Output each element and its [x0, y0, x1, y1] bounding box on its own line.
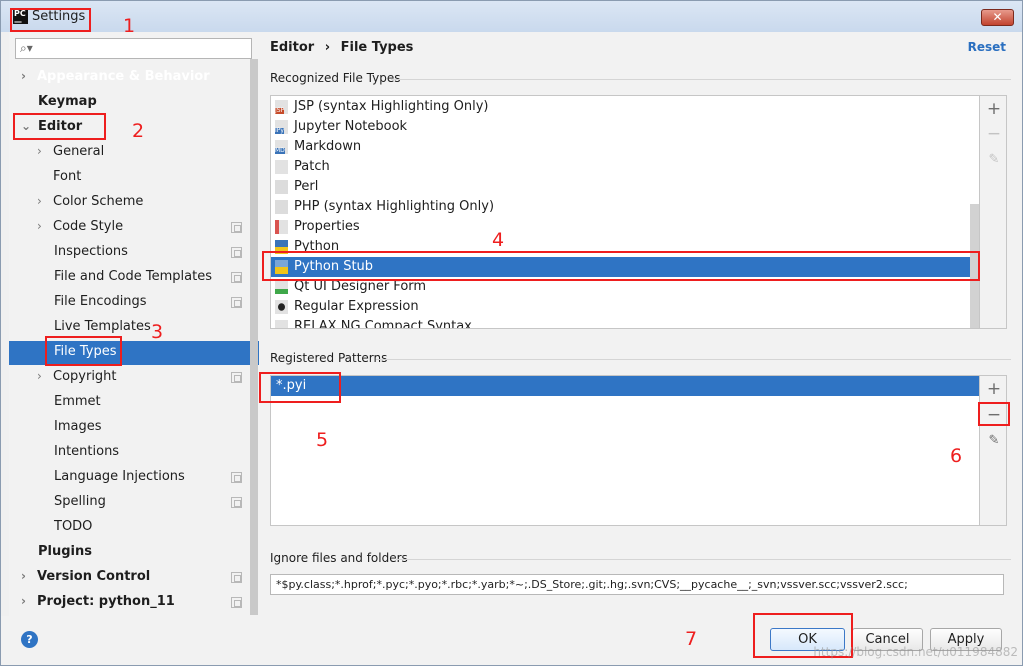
tree-item-font[interactable]: Font	[53, 164, 81, 189]
annotation-number: 7	[685, 628, 698, 650]
project-scope-icon	[231, 247, 242, 258]
tree-item-keymap[interactable]: Keymap	[38, 89, 97, 114]
tree-item-file-encodings[interactable]: File Encodings	[54, 289, 147, 314]
tree-item-file-code-templates[interactable]: File and Code Templates	[54, 264, 212, 289]
divider	[396, 559, 1011, 560]
chevron-right-icon[interactable]: ›	[37, 139, 42, 164]
tree-item-inspections[interactable]: Inspections	[54, 239, 128, 264]
chevron-right-icon[interactable]: ›	[37, 189, 42, 214]
annotation-number: 6	[950, 445, 963, 467]
tree-item-appearance[interactable]: › Appearance & Behavior	[21, 64, 210, 89]
list-item[interactable]: PHP (syntax Highlighting Only)	[271, 197, 979, 217]
annotation-number: 4	[492, 229, 505, 251]
project-scope-icon	[231, 472, 242, 483]
add-icon[interactable]: +	[986, 381, 1002, 398]
sidebar-scrollbar[interactable]	[250, 59, 258, 615]
perl-file-icon	[275, 180, 288, 194]
list-item[interactable]: Patch	[271, 157, 979, 177]
add-icon[interactable]: +	[986, 101, 1002, 118]
tree-item-copyright[interactable]: › Copyright	[37, 364, 117, 389]
properties-file-icon	[275, 220, 288, 234]
annotation-number: 1	[123, 15, 136, 37]
list-item[interactable]: Perl	[271, 177, 979, 197]
tree-item-images[interactable]: Images	[54, 414, 102, 439]
project-scope-icon	[231, 297, 242, 308]
divider	[376, 359, 1011, 360]
list-item[interactable]: MD Markdown	[271, 137, 979, 157]
annotation-box-title	[10, 8, 91, 32]
annotation-box-python-stub	[262, 251, 980, 281]
list-item[interactable]: Regular Expression	[271, 297, 979, 317]
divider	[391, 79, 1011, 80]
chevron-right-icon[interactable]: ›	[21, 589, 26, 614]
chevron-right-icon[interactable]: ›	[21, 64, 26, 89]
chevron-right-icon[interactable]: ›	[37, 364, 42, 389]
tree-item-general[interactable]: › General	[37, 139, 104, 164]
annotation-box-editor	[13, 113, 106, 140]
file-types-list[interactable]: JSP JSP (syntax Highlighting Only) IPy J…	[270, 95, 980, 329]
file-types-toolbar: + − ✎	[980, 95, 1007, 329]
tree-item-plugins[interactable]: Plugins	[38, 539, 92, 564]
annotation-box-pattern	[259, 372, 341, 403]
annotation-number: 2	[132, 120, 145, 142]
tree-item-todo[interactable]: TODO	[54, 514, 92, 539]
file-types-panel: Editor › File Types Reset Recognized Fil…	[259, 32, 1022, 616]
edit-icon[interactable]: ✎	[986, 433, 1002, 449]
patch-file-icon	[275, 160, 288, 174]
tree-item-intentions[interactable]: Intentions	[54, 439, 119, 464]
list-item[interactable]: JSP JSP (syntax Highlighting Only)	[271, 97, 979, 117]
recognized-file-types-label: Recognized File Types	[270, 71, 401, 85]
remove-icon[interactable]: −	[986, 126, 1002, 143]
chevron-right-icon[interactable]: ›	[21, 564, 26, 589]
tree-item-language-injections[interactable]: Language Injections	[54, 464, 185, 489]
list-item[interactable]: RELAX NG Compact Syntax	[271, 317, 979, 328]
jsp-file-icon: JSP	[275, 100, 288, 114]
project-scope-icon	[231, 497, 242, 508]
list-item[interactable]: IPy Jupyter Notebook	[271, 117, 979, 137]
tree-item-code-style[interactable]: › Code Style	[37, 214, 123, 239]
annotation-box-file-types	[45, 336, 122, 366]
annotation-box-remove	[978, 402, 1010, 426]
tree-item-project[interactable]: › Project: python_11	[21, 589, 175, 614]
jupyter-file-icon: IPy	[275, 120, 288, 134]
tree-item-spelling[interactable]: Spelling	[54, 489, 106, 514]
tree-item-color-scheme[interactable]: › Color Scheme	[37, 189, 143, 214]
search-input[interactable]: ⌕▾	[15, 38, 252, 59]
list-item[interactable]: Properties	[271, 217, 979, 237]
close-button[interactable]: ✕	[981, 9, 1014, 26]
project-scope-icon	[231, 222, 242, 233]
qt-ui-file-icon	[275, 280, 288, 294]
tree-item-emmet[interactable]: Emmet	[54, 389, 101, 414]
relax-ng-file-icon	[275, 320, 288, 328]
registered-patterns-label: Registered Patterns	[270, 351, 388, 365]
annotation-number: 3	[151, 321, 164, 343]
php-file-icon	[275, 200, 288, 214]
search-icon: ⌕▾	[20, 41, 33, 55]
regex-file-icon	[275, 300, 288, 314]
project-scope-icon	[231, 597, 242, 608]
pattern-item-selected[interactable]: *.pyi	[271, 376, 979, 396]
ignore-files-label: Ignore files and folders	[270, 551, 408, 565]
chevron-right-icon[interactable]: ›	[37, 214, 42, 239]
project-scope-icon	[231, 372, 242, 383]
project-scope-icon	[231, 572, 242, 583]
patterns-list[interactable]: *.pyi	[270, 375, 980, 526]
settings-window: PC — Settings ✕ ⌕▾ › Appearance & Behavio…	[0, 0, 1023, 666]
watermark: https://blog.csdn.net/u011984882	[813, 645, 1018, 659]
project-scope-icon	[231, 272, 242, 283]
tree-item-version-control[interactable]: › Version Control	[21, 564, 150, 589]
edit-icon[interactable]: ✎	[986, 152, 1002, 168]
patterns-toolbar: + − ✎	[980, 375, 1007, 526]
annotation-number: 5	[316, 429, 329, 451]
markdown-file-icon: MD	[275, 140, 288, 154]
title-bar: PC — Settings ✕	[1, 1, 1022, 32]
help-icon[interactable]: ?	[21, 631, 38, 648]
breadcrumb: Editor › File Types	[270, 40, 414, 55]
ignore-files-input[interactable]: *$py.class;*.hprof;*.pyc;*.pyo;*.rbc;*.y…	[270, 574, 1004, 595]
reset-link[interactable]: Reset	[968, 40, 1006, 54]
